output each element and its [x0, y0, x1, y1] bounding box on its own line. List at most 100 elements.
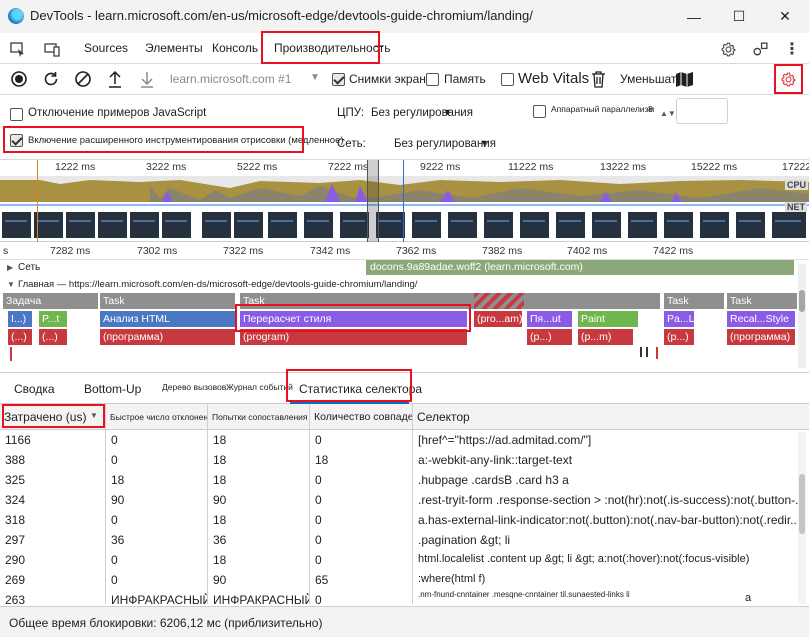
ruler-tick-label: 7342 ms — [310, 245, 351, 257]
column-header-match-attempts[interactable]: Попытки сопоставления — [208, 404, 310, 430]
table-row[interactable]: 269 0 90 65:where(html f) — [0, 570, 809, 590]
capture-settings-gear-icon[interactable] — [778, 69, 798, 89]
add-tab-button[interactable]: + — [374, 37, 384, 57]
table-row[interactable]: 318 0 18 0 a.has-external-link-indicator:not… — [0, 510, 809, 530]
task-bar[interactable]: Task — [664, 293, 724, 309]
flame-ruler: s 7282 ms 7302 ms 7322 ms 7342 ms 7362 m… — [0, 242, 809, 260]
paint-event[interactable]: Paint — [578, 311, 638, 327]
main-track-label[interactable]: Главная — https://learn.microsoft.com/en… — [18, 279, 417, 290]
cpu-throttle-select[interactable]: Без регулирования — [371, 107, 473, 119]
disable-js-samples-checkbox[interactable] — [10, 108, 23, 124]
flame-event[interactable]: (p...) — [664, 329, 694, 345]
table-row[interactable]: 290 0 18 0 html.localelist .content up &gt; … — [0, 550, 809, 570]
task-bar[interactable]: Task — [727, 293, 797, 309]
ruler-tick-label: 15222 ms — [691, 161, 738, 173]
table-row[interactable]: 388 0 18 18 a:-webkit-any-link::target-text — [0, 450, 809, 470]
task-bar[interactable]: Task — [240, 293, 660, 309]
profile-dropdown-icon[interactable]: ▼ — [310, 72, 320, 83]
table-cell: 388 — [0, 450, 106, 470]
table-row[interactable]: 324 90 90 0 .rest-tryit-form .response-secti… — [0, 490, 809, 510]
window-title: DevTools - learn.microsoft.com/en-us/mic… — [30, 8, 533, 23]
table-row[interactable]: 263 ИНФРАКРАСНЫЙ ИНФРАКРАСНЫЙ 0 .nm-fnund-cn… — [0, 590, 809, 604]
reload-record-icon[interactable] — [41, 69, 61, 89]
enable-paint-instrumentation-checkbox[interactable] — [10, 134, 23, 150]
minimize-button[interactable]: — — [671, 0, 717, 33]
marker-line — [37, 160, 38, 242]
map-icon[interactable] — [675, 70, 693, 88]
tab-console[interactable]: Консоль — [212, 41, 258, 55]
task-bar[interactable]: Задача — [3, 293, 98, 309]
network-dropdown-icon[interactable]: ▼ — [480, 138, 489, 148]
parse-html-event[interactable]: Анализ HTML — [100, 311, 235, 327]
table-row[interactable]: 325 18 18 0 .hubpage .cardsB .card h3 a — [0, 470, 809, 490]
table-row[interactable]: 297 36 36 0 .pagination &gt; li — [0, 530, 809, 550]
table-cell: [href^="https://ad.admitad.com/"] — [418, 433, 592, 447]
customize-devtools-icon[interactable] — [750, 39, 770, 59]
settings-gear-icon[interactable] — [718, 39, 738, 59]
program-event[interactable]: (программа) — [727, 329, 795, 345]
tab-summary[interactable]: Сводка — [14, 382, 55, 396]
table-cell: 65 — [310, 570, 413, 590]
network-track-label[interactable]: Сеть — [18, 262, 40, 273]
upload-profile-icon[interactable] — [105, 69, 125, 89]
hw-concurrency-checkbox[interactable] — [533, 105, 546, 121]
flame-event[interactable]: P...t — [39, 311, 67, 327]
ruler-tick-label: 1222 ms — [55, 161, 96, 173]
hw-concurrency-reset-button[interactable] — [676, 98, 728, 124]
ruler-tick-label: 3222 ms — [146, 161, 187, 173]
flame-scrollbar-thumb[interactable] — [799, 290, 805, 312]
program-event[interactable]: (программа) — [100, 329, 235, 345]
flame-event[interactable]: (...) — [39, 329, 67, 345]
flame-event[interactable]: (p...m) — [578, 329, 633, 345]
profile-select[interactable]: learn.microsoft.com #1 — [170, 72, 291, 86]
column-header-label: Затрачено (us) — [4, 410, 87, 424]
close-window-button[interactable]: ✕ — [762, 0, 808, 33]
flame-scrollbar[interactable] — [798, 264, 806, 368]
overview-selection-window[interactable] — [367, 160, 379, 242]
inspect-element-icon[interactable] — [8, 39, 28, 59]
task-bar[interactable]: Task — [100, 293, 235, 309]
network-expand-icon[interactable]: ▶ — [7, 263, 13, 272]
web-vitals-checkbox[interactable] — [501, 73, 514, 89]
flame-event[interactable]: Pa...L — [664, 311, 694, 327]
column-header-fast-reject[interactable]: Быстрое число отклонений — [106, 404, 208, 430]
table-scrollbar-thumb[interactable] — [799, 474, 805, 534]
program-event[interactable]: (program) — [240, 329, 467, 345]
table-row[interactable]: 1166 0 18 0 [href^="https://ad.admitad.com/"… — [0, 430, 809, 450]
screenshots-checkbox[interactable] — [332, 73, 345, 89]
flame-event[interactable]: (p...) — [527, 329, 572, 345]
clear-icon[interactable] — [73, 69, 93, 89]
long-task-hatch — [474, 293, 524, 309]
download-profile-icon[interactable] — [137, 69, 157, 89]
hw-concurrency-spin-icon[interactable]: ▲▼ — [660, 109, 676, 118]
column-header-elapsed[interactable]: Затрачено (us) ▼ — [0, 404, 106, 430]
network-request-bar[interactable]: docons.9a89adae.woff2 (learn.microsoft.c… — [366, 260, 794, 275]
flame-event[interactable]: I...) — [8, 311, 32, 327]
table-cell: 18 — [208, 470, 310, 490]
tab-sources[interactable]: Sources — [84, 41, 128, 55]
more-options-icon[interactable]: ⋮ — [784, 39, 800, 59]
tab-elements[interactable]: Элементы — [145, 41, 203, 55]
flame-event[interactable]: Recal...Style — [727, 311, 795, 327]
recalculate-style-event[interactable]: Перерасчет стиля — [240, 311, 467, 327]
garbage-collect-icon[interactable] — [589, 69, 607, 89]
column-header-match-count[interactable]: Количество совпадений — [310, 404, 413, 430]
flame-event[interactable]: (...) — [8, 329, 32, 345]
tab-call-tree[interactable]: Дерево вызовов — [162, 382, 226, 392]
flame-event[interactable]: Пя...ut — [527, 311, 572, 327]
flame-chart[interactable]: s 7282 ms 7302 ms 7322 ms 7342 ms 7362 m… — [0, 242, 809, 372]
flame-event[interactable]: (pro...am) — [474, 311, 522, 327]
tab-bottom-up[interactable]: Bottom-Up — [84, 382, 141, 396]
tab-selector-stats[interactable]: Статистика селектора — [299, 382, 422, 396]
tab-performance[interactable]: Производительность — [274, 41, 390, 55]
column-header-selector[interactable]: Селектор — [413, 404, 809, 430]
timeline-overview[interactable]: 1222 ms 3222 ms 5222 ms 7222 ms 9222 ms … — [0, 160, 809, 242]
device-emulation-icon[interactable] — [42, 39, 62, 59]
tab-event-log[interactable]: Журнал событий — [226, 382, 293, 392]
table-cell: 0 — [106, 430, 208, 450]
maximize-button[interactable]: ☐ — [716, 0, 762, 33]
memory-checkbox[interactable] — [426, 73, 439, 89]
cpu-dropdown-icon[interactable]: ▼ — [443, 107, 452, 117]
main-collapse-icon[interactable]: ▼ — [7, 280, 15, 289]
record-icon[interactable] — [9, 69, 29, 89]
